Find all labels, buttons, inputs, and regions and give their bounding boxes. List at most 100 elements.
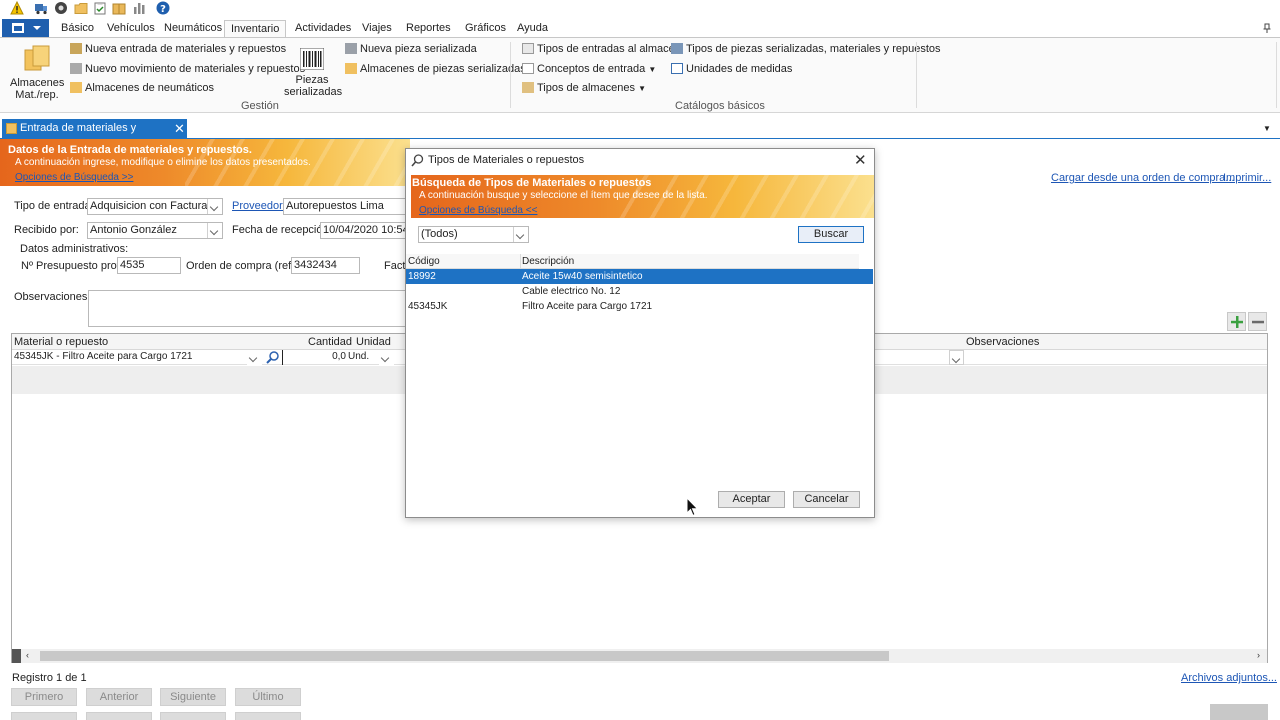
tipos-entradas-almacen-button[interactable]: Tipos de entradas al almacén [522,43,681,55]
results-header: Código Descripción [406,254,859,269]
cancelar-button[interactable]: Cancelar [793,491,860,508]
buscar-button[interactable]: Buscar [798,226,864,243]
conceptos-entrada-button[interactable]: Conceptos de entrada ▼ [522,63,656,75]
chart-icon[interactable] [132,1,146,15]
truck-icon[interactable] [34,1,48,15]
horizontal-scrollbar[interactable]: ‹ › [12,649,1267,663]
imprimir-link[interactable]: Imprimir... [1223,172,1271,184]
piezas-serializadas-button[interactable]: Piezas serializadas [284,44,342,104]
footer-button[interactable] [160,712,226,720]
chevron-down-icon[interactable] [247,350,262,365]
fecha-input[interactable]: 10/04/2020 10:54 P [320,222,407,239]
footer-button[interactable] [235,712,301,720]
orden-compra-input[interactable]: 3432434 [291,257,360,274]
tipos-piezas-button[interactable]: Tipos de piezas serializadas, materiales… [671,43,941,55]
tab-inventario[interactable]: Inventario [224,20,287,38]
app-menu-button[interactable] [2,19,49,37]
col-descripcion[interactable]: Descripción [522,254,574,269]
unidad-cell[interactable]: Und. [348,350,394,365]
chevron-down-icon [33,26,41,30]
chevron-down-icon[interactable] [513,227,528,242]
almacenes-mat-rep-button[interactable]: Almacenes Mat./rep. [10,42,64,102]
tipos-almacenes-button[interactable]: Tipos de almacenes ▼ [522,82,646,94]
pin-icon[interactable] [1262,23,1272,34]
nuevo-movimiento-button[interactable]: Nuevo movimiento de materiales y repuest… [70,63,305,75]
dialog-title: Tipos de Materiales o repuestos [428,154,585,166]
tab-ayuda[interactable]: Ayuda [511,20,554,38]
banner-subtitle: A continuación ingrese, modifique o elim… [15,157,311,168]
col-codigo[interactable]: Código [408,254,440,269]
clipboard-icon[interactable] [93,1,107,15]
tab-neumaticos[interactable]: Neumáticos [158,20,228,38]
quick-access-toolbar: ? [0,0,1280,18]
chevron-down-icon[interactable]: ▼ [1263,124,1271,133]
archivos-adjuntos-link[interactable]: Archivos adjuntos... [1181,672,1277,684]
close-icon[interactable]: ✕ [854,151,867,169]
tab-actividades[interactable]: Actividades [289,20,357,38]
folder-icon[interactable] [74,1,88,15]
almacenes-piezas-serializadas-button[interactable]: Almacenes de piezas serializadas [345,63,526,75]
tipo-entrada-select[interactable]: Adquisicion con Factura [87,198,223,215]
cargar-orden-link[interactable]: Cargar desde una orden de compra... [1051,172,1234,184]
chevron-left-icon[interactable]: ‹ [26,650,29,660]
chevron-down-icon[interactable] [379,350,394,365]
recibido-select[interactable]: Antonio González [87,222,223,239]
box-icon[interactable] [112,1,126,15]
result-row[interactable]: Cable electrico No. 12 [406,284,873,299]
anterior-button[interactable]: Anterior [86,688,152,706]
help-icon[interactable]: ? [156,1,170,15]
result-descripcion: Aceite 15w40 semisintetico [522,271,643,282]
tab-basico[interactable]: Básico [55,20,100,38]
barcode-icon [300,48,324,70]
ultimo-button[interactable]: Último [235,688,301,706]
nueva-entrada-button[interactable]: Nueva entrada de materiales y repuestos [70,43,286,55]
warning-icon[interactable] [10,1,24,15]
add-row-button[interactable] [1227,312,1246,331]
entry-icon [70,43,82,54]
plus-icon [1231,316,1243,328]
remove-row-button[interactable] [1248,312,1267,331]
status-corner [1210,704,1268,720]
observaciones-textarea[interactable] [88,290,408,327]
result-row[interactable]: 18992 Aceite 15w40 semisintetico [406,269,873,284]
cursor-icon [686,497,699,517]
primero-button[interactable]: Primero [11,688,77,706]
proveedor-input[interactable]: Autorepuestos Lima [283,198,407,215]
tab-graficos[interactable]: Gráficos [459,20,512,38]
chevron-down-icon[interactable] [949,350,964,365]
result-descripcion: Cable electrico No. 12 [522,286,621,297]
col-cantidad[interactable]: Cantidad [306,334,352,350]
col-material[interactable]: Material o repuesto [12,334,108,350]
orden-compra-label: Orden de compra (ref.): [186,260,301,272]
presupuesto-label: Nº Presupuesto prov.: [21,260,128,272]
nueva-pieza-serializada-button[interactable]: Nueva pieza serializada [345,43,477,55]
tab-viajes[interactable]: Viajes [356,20,398,38]
material-cell[interactable]: 45345JK - Filtro Aceite para Cargo 1721 [14,350,263,365]
col-unidad[interactable]: Unidad [354,334,391,350]
search-icon[interactable] [266,351,280,364]
tire-icon[interactable] [54,1,68,15]
siguiente-button[interactable]: Siguiente [160,688,226,706]
aceptar-button[interactable]: Aceptar [718,491,785,508]
document-tab[interactable]: Entrada de materiales y repuestos ✕ [2,119,187,153]
col-observaciones[interactable]: Observaciones [964,334,1039,350]
presupuesto-input[interactable]: 4535 [117,257,181,274]
footer-button[interactable] [86,712,152,720]
cantidad-cell[interactable]: 0,0 [282,350,346,365]
chevron-right-icon[interactable]: › [1257,650,1260,660]
group-catalogos-label: Catálogos básicos [675,100,765,112]
proveedor-link[interactable]: Proveedor: [232,200,286,212]
dialog-options-link[interactable]: Opciones de Búsqueda << [419,205,537,216]
footer-button[interactable] [11,712,77,720]
tab-reportes[interactable]: Reportes [400,20,457,38]
chevron-down-icon[interactable] [207,199,222,214]
banner-options-link[interactable]: Opciones de Búsqueda >> [15,172,133,183]
result-row[interactable]: 45345JK Filtro Aceite para Cargo 1721 [406,299,873,314]
scroll-thumb[interactable] [40,651,889,661]
almacenes-neumaticos-button[interactable]: Almacenes de neumáticos [70,82,214,94]
filter-select[interactable]: (Todos) [418,226,529,243]
chevron-down-icon[interactable] [207,223,222,238]
unidades-medidas-button[interactable]: Unidades de medidas [671,63,792,75]
tab-vehiculos[interactable]: Vehículos [101,20,161,38]
close-icon[interactable]: ✕ [174,119,185,138]
